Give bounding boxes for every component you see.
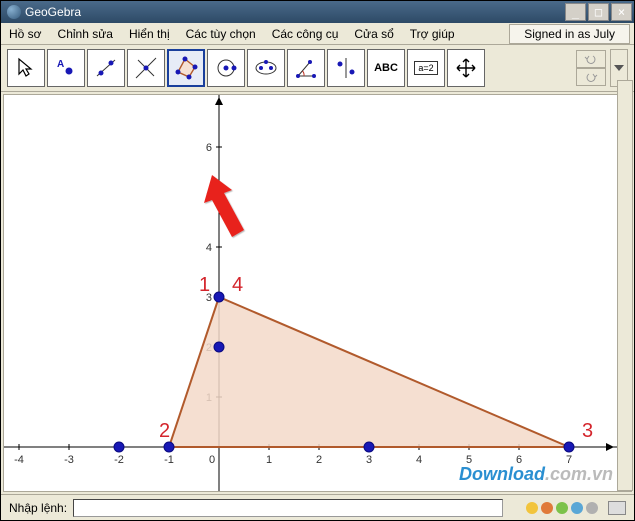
tool-ellipse[interactable]	[247, 49, 285, 87]
tool-text-label: ABC	[374, 62, 398, 74]
app-icon	[7, 5, 21, 19]
tool-move-view[interactable]	[447, 49, 485, 87]
tool-reflect[interactable]	[327, 49, 365, 87]
tool-text[interactable]: ABC	[367, 49, 405, 87]
svg-text:2: 2	[316, 454, 322, 466]
vertex-1[interactable]	[214, 292, 224, 302]
svg-text:4: 4	[206, 242, 212, 254]
tool-slider[interactable]: a=2	[407, 49, 445, 87]
close-button[interactable]: ×	[611, 3, 632, 21]
svg-text:1: 1	[266, 454, 272, 466]
point-0-5[interactable]	[214, 192, 224, 202]
vertex-2[interactable]	[164, 442, 174, 452]
tool-pointer[interactable]	[7, 49, 45, 87]
menu-options[interactable]: Các tùy chọn	[178, 24, 264, 44]
point-neg2-0[interactable]	[114, 442, 124, 452]
menu-profile[interactable]: Hồ sơ	[1, 24, 50, 44]
tool-polygon[interactable]	[167, 49, 205, 87]
svg-text:4: 4	[232, 274, 243, 296]
maximize-button[interactable]: □	[588, 3, 609, 21]
undo-button[interactable]	[576, 50, 606, 68]
tool-circle[interactable]	[207, 49, 245, 87]
point-0-2[interactable]	[214, 342, 224, 352]
svg-text:6: 6	[206, 142, 212, 154]
svg-text:-4: -4	[14, 454, 24, 466]
svg-text:3: 3	[582, 420, 593, 442]
command-input[interactable]	[73, 499, 503, 517]
svg-text:-2: -2	[114, 454, 124, 466]
svg-text:1: 1	[199, 274, 210, 296]
signed-in-label[interactable]: Signed in as July	[509, 24, 630, 44]
svg-text:0: 0	[209, 454, 215, 466]
minimize-button[interactable]: _	[565, 3, 586, 21]
svg-text:A: A	[57, 59, 64, 70]
menu-tools[interactable]: Các công cụ	[264, 24, 347, 44]
keyboard-icon[interactable]	[608, 501, 626, 515]
watermark: Download.com.vn	[459, 464, 613, 485]
toolbar: A ABC a=2	[1, 45, 634, 92]
tool-line[interactable]	[87, 49, 125, 87]
tool-angle[interactable]	[287, 49, 325, 87]
vertical-scrollbar[interactable]	[617, 80, 633, 491]
svg-text:4: 4	[416, 454, 422, 466]
menubar: Hồ sơ Chỉnh sửa Hiển thị Các tùy chọn Cá…	[1, 23, 634, 45]
svg-text:3: 3	[366, 454, 372, 466]
svg-text:-3: -3	[64, 454, 74, 466]
menu-window[interactable]: Cửa sổ	[346, 24, 401, 44]
redo-button[interactable]	[576, 68, 606, 86]
point-3-0[interactable]	[364, 442, 374, 452]
vertex-3[interactable]	[564, 442, 574, 452]
polygon-shape[interactable]	[169, 297, 569, 447]
tool-slider-label: a=2	[414, 61, 437, 75]
titlebar: GeoGebra _ □ ×	[1, 1, 634, 23]
svg-text:-1: -1	[164, 454, 174, 466]
menu-help[interactable]: Trợ giúp	[402, 24, 463, 44]
menu-view[interactable]: Hiển thị	[121, 24, 178, 44]
input-label: Nhập lệnh:	[9, 501, 67, 515]
menu-edit[interactable]: Chỉnh sửa	[50, 24, 121, 44]
tool-perpendicular[interactable]	[127, 49, 165, 87]
svg-text:2: 2	[159, 420, 170, 442]
graph-canvas[interactable]: -4 -3 -2 -1 0 1 2 3 4 5 6 7 1 2 3 4 5 6	[4, 95, 619, 492]
statusbar: Nhập lệnh:	[1, 494, 634, 520]
window-title: GeoGebra	[25, 5, 81, 19]
status-icons	[526, 502, 598, 514]
svg-text:5: 5	[206, 192, 212, 204]
tool-point[interactable]: A	[47, 49, 85, 87]
app-window: GeoGebra _ □ × Hồ sơ Chỉnh sửa Hiển thị …	[0, 0, 635, 521]
workspace[interactable]: -4 -3 -2 -1 0 1 2 3 4 5 6 7 1 2 3 4 5 6	[3, 94, 632, 492]
